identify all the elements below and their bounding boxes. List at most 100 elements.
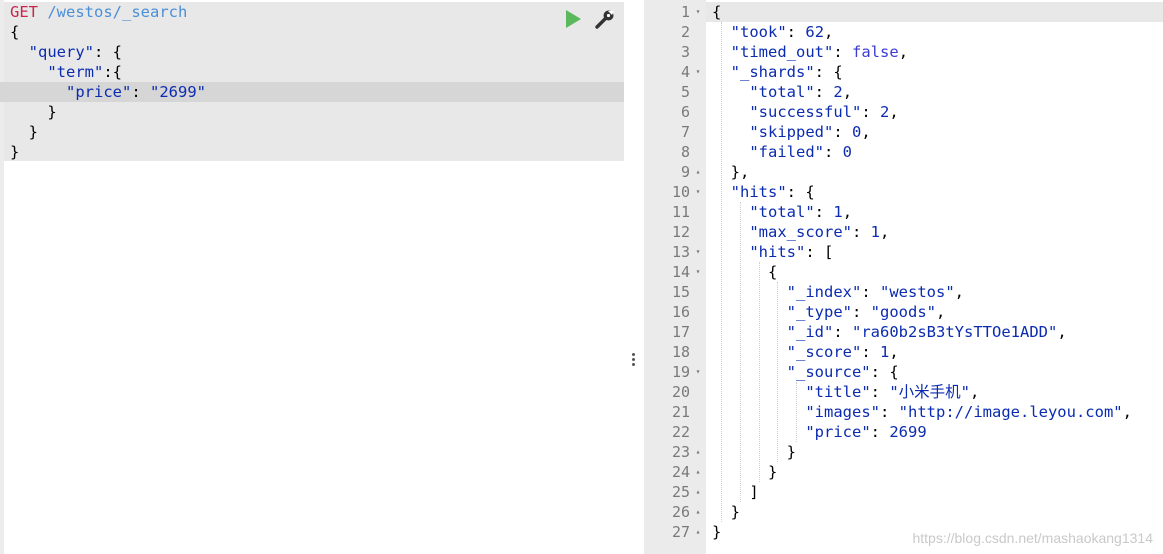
json-number: 0 — [842, 143, 853, 161]
line-number: 22 — [671, 423, 690, 441]
json-key: "successful" — [749, 103, 862, 121]
line-number: 11 — [671, 203, 690, 221]
json-key: "hits" — [730, 183, 787, 201]
line-number: 13 — [671, 243, 690, 261]
fold-arrow-icon[interactable]: ▾ — [693, 242, 703, 262]
json-number: 2699 — [889, 423, 927, 441]
response-line: "took": 62, — [730, 23, 834, 41]
http-method: GET — [10, 3, 38, 21]
json-string: "ra60b2sB3tYsTTOe1ADD" — [852, 323, 1058, 341]
response-line: "_index": "westos", — [786, 283, 964, 301]
json-key: "price" — [66, 83, 132, 101]
response-line: "skipped": 0, — [749, 123, 871, 141]
response-line: "successful": 2, — [749, 103, 899, 121]
response-line: "hits": [ — [749, 243, 834, 261]
response-line: "timed_out": false, — [730, 43, 909, 61]
response-line: "title": "小米手机", — [805, 383, 980, 401]
response-line: "_type": "goods", — [786, 303, 946, 321]
unfold-arrow-icon[interactable]: ▴ — [693, 522, 703, 542]
request-line-4[interactable]: "term":{ — [10, 62, 122, 82]
response-line: "price": 2699 — [805, 423, 927, 441]
watermark: https://blog.csdn.net/mashaokang1314 — [912, 530, 1153, 546]
response-line: }, — [712, 163, 750, 181]
json-key: "total" — [749, 203, 815, 221]
response-line: "_id": "ra60b2sB3tYsTTOe1ADD", — [786, 323, 1067, 341]
json-key: "_source" — [786, 363, 871, 381]
response-line: "_shards": { — [730, 63, 843, 81]
json-string: "2699" — [150, 83, 207, 101]
fold-arrow-icon[interactable]: ▾ — [693, 362, 703, 382]
json-key: "price" — [805, 423, 871, 441]
json-key: "_score" — [786, 343, 862, 361]
fold-arrow-icon[interactable]: ▾ — [693, 262, 703, 282]
json-key: "term" — [47, 63, 104, 81]
request-line-2[interactable]: { — [10, 22, 19, 42]
line-number: 16 — [671, 303, 690, 321]
vertical-ellipsis-icon[interactable] — [632, 352, 636, 370]
request-line-6[interactable]: } — [10, 102, 56, 122]
line-number: 18 — [671, 343, 690, 361]
line-number: 15 — [671, 283, 690, 301]
line-number: 10 — [671, 183, 690, 201]
json-key: "max_score" — [749, 223, 852, 241]
json-string: "westos" — [880, 283, 955, 301]
line-number: 17 — [671, 323, 690, 341]
fold-arrow-icon[interactable]: ▾ — [693, 182, 703, 202]
json-key: "_index" — [786, 283, 862, 301]
indent-guide — [796, 382, 798, 442]
line-number: 20 — [671, 383, 690, 401]
response-line: ] — [712, 483, 759, 501]
settings-button[interactable] — [594, 8, 616, 30]
unfold-arrow-icon[interactable]: ▴ — [693, 442, 703, 462]
line-number: 8 — [680, 143, 690, 161]
line-number: 26 — [671, 503, 690, 521]
line-number: 9 — [680, 163, 690, 181]
wrench-icon — [595, 10, 614, 29]
response-line: "images": "http://image.leyou.com", — [805, 403, 1132, 421]
request-path: /westos/_search — [47, 3, 188, 21]
json-key: "failed" — [749, 143, 824, 161]
response-active-line — [706, 2, 1163, 22]
run-request-button[interactable] — [562, 8, 584, 30]
line-number: 19 — [671, 363, 690, 381]
json-key: "total" — [749, 83, 815, 101]
json-string: "goods" — [870, 303, 936, 321]
request-line-8[interactable]: } — [10, 142, 19, 162]
json-key: "_id" — [786, 323, 834, 341]
line-number: 24 — [671, 463, 690, 481]
request-line-1[interactable]: GET /westos/_search — [10, 2, 187, 22]
fold-arrow-icon[interactable]: ▾ — [693, 62, 703, 82]
request-line-5[interactable]: "price": "2699" — [10, 82, 206, 102]
unfold-arrow-icon[interactable]: ▴ — [693, 162, 703, 182]
json-boolean: false — [852, 43, 899, 61]
json-number: 1 — [880, 343, 890, 361]
json-number: 1 — [870, 223, 881, 241]
indent-guide — [721, 22, 723, 522]
fold-arrow-icon[interactable]: ▾ — [693, 2, 703, 22]
unfold-arrow-icon[interactable]: ▴ — [693, 482, 703, 502]
json-key: "query" — [28, 43, 94, 61]
line-number: 25 — [671, 483, 690, 501]
request-editor[interactable]: GET /westos/_search { "query": { "term":… — [0, 0, 625, 554]
panel-splitter[interactable] — [624, 0, 644, 554]
line-number: 2 — [680, 23, 690, 41]
json-key: "_shards" — [730, 63, 815, 81]
response-line: "hits": { — [730, 183, 815, 201]
indent-guide — [740, 202, 742, 502]
response-line: } — [712, 523, 722, 541]
line-number: 7 — [680, 123, 690, 141]
request-line-3[interactable]: "query": { — [10, 42, 122, 62]
response-line: } — [712, 443, 796, 461]
response-line: "total": 1, — [749, 203, 853, 221]
line-number: 3 — [680, 43, 690, 61]
line-number: 27 — [671, 523, 690, 541]
json-key: "timed_out" — [730, 43, 834, 61]
unfold-arrow-icon[interactable]: ▴ — [693, 462, 703, 482]
response-viewer[interactable]: 1 ▾{2 "took": 62, 3 "timed_out": false, 4 ▾ … — [644, 0, 1163, 554]
request-line-7[interactable]: } — [10, 122, 38, 142]
response-line: } — [712, 503, 740, 521]
line-number: 12 — [671, 223, 690, 241]
json-number: 0 — [852, 123, 862, 141]
json-key: "title" — [805, 383, 871, 401]
unfold-arrow-icon[interactable]: ▴ — [693, 502, 703, 522]
